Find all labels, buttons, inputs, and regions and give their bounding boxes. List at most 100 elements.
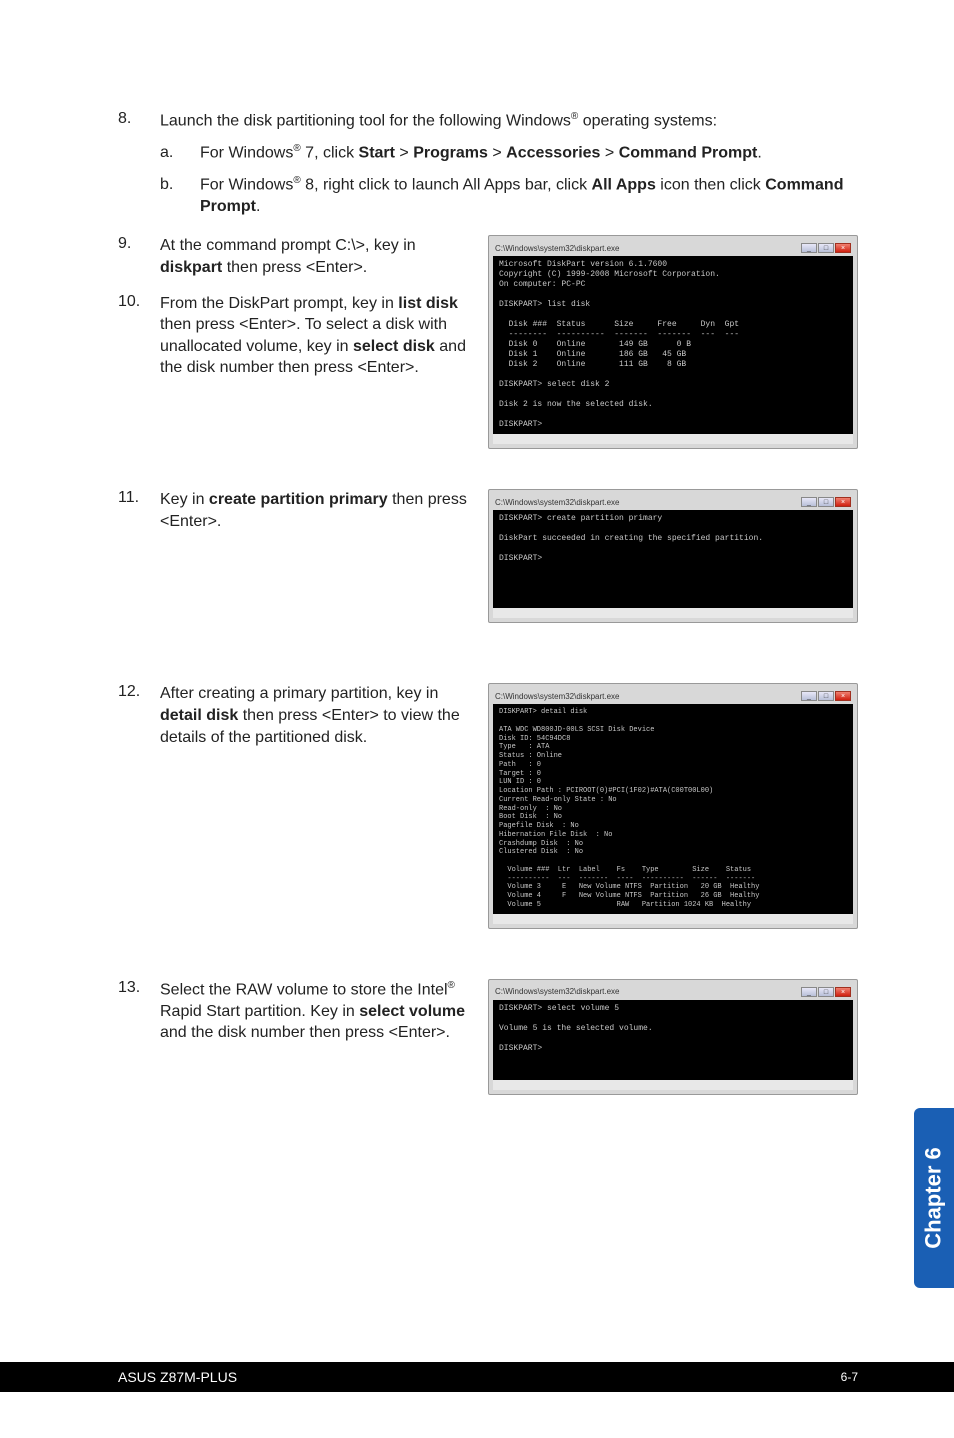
text: > xyxy=(488,144,506,161)
reg-mark: ® xyxy=(448,980,455,991)
scrollbar[interactable] xyxy=(493,914,853,924)
text: After creating a primary partition, key … xyxy=(160,685,438,702)
maximize-icon[interactable]: □ xyxy=(818,987,834,997)
chapter-label: Chapter 6 xyxy=(921,1147,947,1248)
close-icon[interactable]: × xyxy=(835,691,851,701)
cmd-window-4: C:\Windows\system32\diskpart.exe _ □ × D… xyxy=(488,979,858,1095)
page: 8. Launch the disk partitioning tool for… xyxy=(0,0,954,1438)
step-body: Launch the disk partitioning tool for th… xyxy=(160,110,858,217)
sub-body: For Windows® 7, click Start > Programs >… xyxy=(200,142,858,164)
cmd-window-3: C:\Windows\system32\diskpart.exe _ □ × D… xyxy=(488,683,858,928)
minimize-icon[interactable]: _ xyxy=(801,691,817,701)
footer-product: ASUS Z87M-PLUS xyxy=(118,1369,237,1385)
text: Rapid Start partition. Key in xyxy=(160,1003,359,1020)
step-body: At the command prompt C:\>, key in diskp… xyxy=(160,235,468,278)
text: Select the RAW volume to store the Intel xyxy=(160,981,448,998)
cmd-title-text: C:\Windows\system32\diskpart.exe xyxy=(495,498,801,507)
bold: All Apps xyxy=(592,176,656,193)
cmd-titlebar: C:\Windows\system32\diskpart.exe _ □ × xyxy=(493,240,853,256)
step-number: 8. xyxy=(118,110,160,217)
reg-mark: ® xyxy=(293,175,300,186)
cmd-title-text: C:\Windows\system32\diskpart.exe xyxy=(495,987,801,996)
window-buttons: _ □ × xyxy=(801,497,851,507)
row-9-10: 9. At the command prompt C:\>, key in di… xyxy=(118,235,858,449)
text: operating systems: xyxy=(578,112,717,129)
step-8: 8. Launch the disk partitioning tool for… xyxy=(118,110,858,217)
bold: select disk xyxy=(353,338,435,355)
bold: create partition primary xyxy=(209,491,388,508)
step-10: 10. From the DiskPart prompt, key in lis… xyxy=(118,293,468,379)
cmd-titlebar: C:\Windows\system32\diskpart.exe _ □ × xyxy=(493,688,853,704)
text: then press <Enter>. xyxy=(222,259,367,276)
bold: Programs xyxy=(413,144,488,161)
step-number: 9. xyxy=(118,235,160,278)
minimize-icon[interactable]: _ xyxy=(801,497,817,507)
text: icon then click xyxy=(656,176,765,193)
step-body: From the DiskPart prompt, key in list di… xyxy=(160,293,468,379)
sub-letter: a. xyxy=(160,142,200,164)
scrollbar[interactable] xyxy=(493,608,853,618)
bold: Accessories xyxy=(506,144,600,161)
chapter-tab: Chapter 6 xyxy=(914,1108,954,1288)
left-col: 11. Key in create partition primary then… xyxy=(118,489,468,623)
minimize-icon[interactable]: _ xyxy=(801,243,817,253)
text: 8, right click to launch All Apps bar, c… xyxy=(301,176,592,193)
close-icon[interactable]: × xyxy=(835,243,851,253)
step-9: 9. At the command prompt C:\>, key in di… xyxy=(118,235,468,278)
step-body: Select the RAW volume to store the Intel… xyxy=(160,979,468,1044)
text: Key in xyxy=(160,491,209,508)
cmd-titlebar: C:\Windows\system32\diskpart.exe _ □ × xyxy=(493,494,853,510)
step-12: 12. After creating a primary partition, … xyxy=(118,683,468,748)
text: . xyxy=(757,144,761,161)
cmd-window-2: C:\Windows\system32\diskpart.exe _ □ × D… xyxy=(488,489,858,623)
text: Launch the disk partitioning tool for th… xyxy=(160,112,571,129)
maximize-icon[interactable]: □ xyxy=(818,691,834,701)
row-13: 13. Select the RAW volume to store the I… xyxy=(118,979,858,1095)
step-13: 13. Select the RAW volume to store the I… xyxy=(118,979,468,1044)
step-number: 10. xyxy=(118,293,160,379)
text: At the command prompt C:\>, key in xyxy=(160,237,416,254)
cmd-title-text: C:\Windows\system32\diskpart.exe xyxy=(495,244,801,253)
left-col: 9. At the command prompt C:\>, key in di… xyxy=(118,235,468,449)
text: 7, click xyxy=(301,144,359,161)
footer-page-number: 6-7 xyxy=(841,1370,858,1384)
bold: list disk xyxy=(398,295,458,312)
close-icon[interactable]: × xyxy=(835,987,851,997)
text: For Windows xyxy=(200,176,293,193)
sub-letter: b. xyxy=(160,174,200,218)
scrollbar[interactable] xyxy=(493,1080,853,1090)
left-col: 13. Select the RAW volume to store the I… xyxy=(118,979,468,1095)
text: . xyxy=(256,198,260,215)
left-col: 12. After creating a primary partition, … xyxy=(118,683,468,928)
reg-mark: ® xyxy=(293,143,300,154)
text: and the disk number then press <Enter>. xyxy=(160,1024,450,1041)
right-col: C:\Windows\system32\diskpart.exe _ □ × D… xyxy=(468,489,858,623)
step-number: 12. xyxy=(118,683,160,748)
right-col: C:\Windows\system32\diskpart.exe _ □ × D… xyxy=(468,683,858,928)
cmd-titlebar: C:\Windows\system32\diskpart.exe _ □ × xyxy=(493,984,853,1000)
cmd-body: DISKPART> create partition primary DiskP… xyxy=(493,510,853,608)
text: For Windows xyxy=(200,144,293,161)
cmd-body: DISKPART> detail disk ATA WDC WD800JD-00… xyxy=(493,704,853,913)
step-number: 13. xyxy=(118,979,160,1044)
text: From the DiskPart prompt, key in xyxy=(160,295,398,312)
cmd-window-1: C:\Windows\system32\diskpart.exe _ □ × M… xyxy=(488,235,858,449)
bold: Start xyxy=(359,144,395,161)
maximize-icon[interactable]: □ xyxy=(818,243,834,253)
step-body: Key in create partition primary then pre… xyxy=(160,489,468,532)
cmd-body: DISKPART> select volume 5 Volume 5 is th… xyxy=(493,1000,853,1080)
cmd-body: Microsoft DiskPart version 6.1.7600 Copy… xyxy=(493,256,853,434)
scrollbar[interactable] xyxy=(493,434,853,444)
window-buttons: _ □ × xyxy=(801,243,851,253)
close-icon[interactable]: × xyxy=(835,497,851,507)
right-col: C:\Windows\system32\diskpart.exe _ □ × M… xyxy=(468,235,858,449)
window-buttons: _ □ × xyxy=(801,691,851,701)
row-12: 12. After creating a primary partition, … xyxy=(118,683,858,928)
minimize-icon[interactable]: _ xyxy=(801,987,817,997)
text: > xyxy=(600,144,618,161)
substep-a: a. For Windows® 7, click Start > Program… xyxy=(160,142,858,164)
step-number: 11. xyxy=(118,489,160,532)
page-footer: ASUS Z87M-PLUS 6-7 xyxy=(0,1362,954,1392)
maximize-icon[interactable]: □ xyxy=(818,497,834,507)
sub-body: For Windows® 8, right click to launch Al… xyxy=(200,174,858,218)
